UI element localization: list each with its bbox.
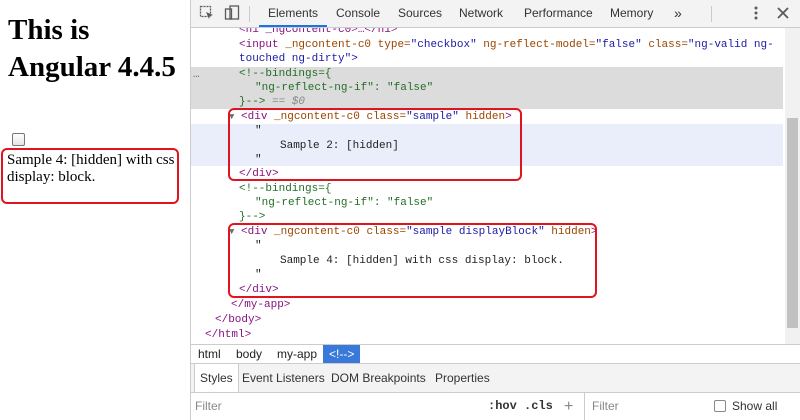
devtools-panel: Elements Console Sources Network Perform…	[190, 0, 800, 420]
page-heading: This is Angular 4.4.5	[8, 14, 176, 83]
dom-text: type=	[377, 39, 411, 51]
ellipsis-icon[interactable]: …	[193, 68, 200, 82]
more-tabs-icon[interactable]: »	[674, 0, 682, 27]
dom-text: _ngcontent-c0	[285, 39, 378, 51]
tab-elements[interactable]: Elements	[259, 0, 328, 27]
dom-text: <input	[239, 39, 286, 51]
dom-text: <!--bindings={	[239, 68, 332, 80]
dom-text: touched ng-dirty">	[239, 53, 358, 65]
show-all-label: Show all	[732, 399, 778, 413]
show-all-checkbox[interactable]	[714, 400, 726, 412]
dom-line-comment1[interactable]: <!--bindings={	[239, 67, 331, 81]
dom-line-h1[interactable]: <h1 _ngcontent-c0>…</h1>	[239, 28, 397, 37]
dom-text: </html>	[205, 329, 252, 341]
tab-dom-breakpoints[interactable]: DOM Breakpoints	[331, 364, 426, 392]
dom-line-input-cont[interactable]: touched ng-dirty">	[239, 52, 358, 66]
highlight-box-sample4-dom	[228, 223, 597, 298]
dom-line-comment2c[interactable]: }-->	[239, 210, 265, 224]
dom-text: "checkbox"	[410, 39, 484, 51]
computed-filter-input[interactable]: Filter	[592, 393, 619, 420]
device-toolbar-icon[interactable]	[224, 5, 240, 21]
devtools-toolbar: Elements Console Sources Network Perform…	[191, 0, 800, 28]
breadcrumb-html[interactable]: html	[198, 345, 221, 363]
dom-text: "ng-valid ng-	[687, 39, 774, 51]
dom-text: "false"	[595, 39, 649, 51]
toolbar-divider	[711, 6, 712, 22]
inspect-element-icon[interactable]	[199, 5, 215, 21]
dom-text: "ng-reflect-ng-if": "false"	[255, 197, 434, 209]
dom-line-comment2[interactable]: <!--bindings={	[239, 182, 331, 196]
tab-console[interactable]: Console	[336, 0, 380, 27]
new-style-rule-icon[interactable]: +	[564, 393, 573, 420]
dom-line-comment1c[interactable]: }--> == $0	[239, 95, 305, 109]
dom-text: </body>	[215, 314, 262, 326]
dom-line-body-close[interactable]: </body>	[215, 313, 261, 327]
dom-text: ng-reflect-model=	[483, 39, 596, 51]
tab-network[interactable]: Network	[459, 0, 503, 27]
tab-memory[interactable]: Memory	[610, 0, 653, 27]
close-icon[interactable]	[775, 5, 791, 21]
dom-line-comment1b[interactable]: "ng-reflect-ng-if": "false"	[255, 81, 433, 95]
breadcrumb-comment[interactable]: <!-->	[323, 345, 361, 363]
dom-text: }-->	[239, 96, 266, 108]
toolbar-divider	[249, 6, 250, 22]
dom-line-input[interactable]: <input _ngcontent-c0 type="checkbox" ng-…	[239, 38, 774, 52]
dom-text: "ng-reflect-ng-if": "false"	[255, 82, 434, 94]
cls-toggle[interactable]: .cls	[524, 393, 553, 420]
dom-line-my-app-close[interactable]: </my-app>	[231, 298, 290, 312]
tab-properties[interactable]: Properties	[435, 364, 490, 392]
dom-text: }-->	[239, 211, 266, 223]
dom-scrollbar-thumb[interactable]	[787, 118, 798, 328]
tab-event-listeners[interactable]: Event Listeners	[242, 364, 325, 392]
breadcrumb-my-app[interactable]: my-app	[277, 345, 317, 363]
dom-text: class=	[648, 39, 688, 51]
dom-text: == $0	[265, 96, 306, 108]
breadcrumb: html body my-app <!-->	[191, 344, 800, 364]
highlight-box-sample2	[228, 108, 522, 181]
more-options-icon[interactable]	[748, 5, 764, 21]
tab-sources[interactable]: Sources	[398, 0, 442, 27]
dom-text: </my-app>	[231, 299, 291, 311]
highlight-box-sample4	[1, 148, 179, 204]
filter-divider	[584, 393, 585, 420]
hov-toggle[interactable]: :hov	[488, 393, 517, 420]
styles-filter-input[interactable]: Filter	[195, 393, 222, 420]
breadcrumb-body[interactable]: body	[236, 345, 262, 363]
styles-filter-row: Filter :hov .cls + Filter Show all	[191, 393, 800, 420]
dom-tree: <h1 _ngcontent-c0>…</h1> <input _ngconte…	[191, 28, 783, 344]
sample-checkbox[interactable]	[12, 133, 25, 146]
tab-performance[interactable]: Performance	[524, 0, 593, 27]
rendered-page: This is Angular 4.4.5 Sample 4: [hidden]…	[0, 0, 190, 420]
dom-line-html-close[interactable]: </html>	[205, 328, 251, 342]
dom-text: <!--bindings={	[239, 183, 332, 195]
dom-line-comment2b[interactable]: "ng-reflect-ng-if": "false"	[255, 196, 433, 210]
sidebar-tabs: Styles Event Listeners DOM Breakpoints P…	[191, 364, 800, 393]
dom-text: <h1 _ngcontent-c0>…</h1>	[239, 28, 398, 36]
tab-styles[interactable]: Styles	[194, 364, 239, 392]
